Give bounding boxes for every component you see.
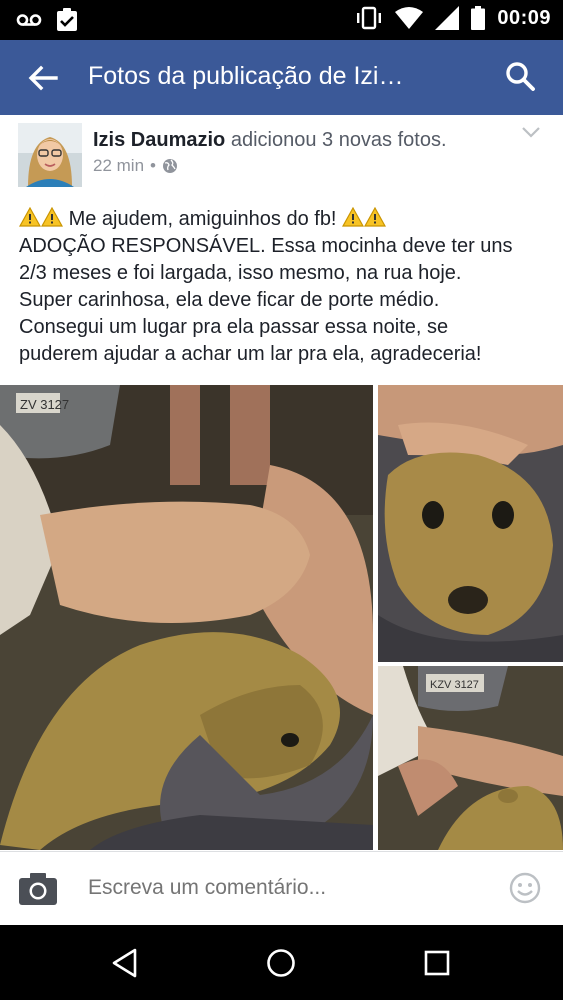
- post-text-line-1-text: Me ajudem, amiguinhos do fb!: [68, 208, 337, 230]
- post-text-line-6: puderem ajudar a achar um lar pra ela, a…: [19, 343, 482, 365]
- post-author-line: Izis Daumazio adicionou 3 novas fotos.: [93, 129, 447, 152]
- post-text-line-5: Consegui um lugar pra ela passar essa no…: [19, 316, 449, 338]
- post-text-line-2: ADOÇÃO RESPONSÁVEL. Essa mocinha deve te…: [19, 235, 513, 257]
- warning-icon: [19, 207, 41, 227]
- warning-icon: [364, 207, 387, 227]
- status-bar: 00:09: [0, 0, 563, 40]
- smiley-icon[interactable]: [509, 872, 541, 904]
- photo-grid: ZV 3127 KZV 3127: [0, 385, 563, 850]
- warning-icon: [342, 207, 365, 227]
- system-nav-bar: [0, 925, 563, 1000]
- vibrate-icon: [357, 6, 382, 30]
- globe-icon: [162, 159, 177, 173]
- post-header: Izis Daumazio adicionou 3 novas fotos. 2…: [0, 115, 563, 205]
- post-text-line-3: 2/3 meses e foi largada, isso mesmo, na …: [19, 262, 462, 284]
- photo-bottom-right[interactable]: KZV 3127: [378, 666, 563, 850]
- wifi-icon: [395, 7, 424, 29]
- warning-icon: [41, 207, 63, 227]
- post-action-text: adicionou 3 novas fotos.: [230, 129, 447, 151]
- search-icon[interactable]: [505, 61, 535, 91]
- post-text-line-4: Super carinhosa, ela deve ficar de porte…: [19, 289, 440, 311]
- post-text: Me ajudem, amiguinhos do fb! ADOÇÃO RESP…: [19, 206, 549, 368]
- clipboard-check-icon: [57, 8, 77, 31]
- avatar[interactable]: [18, 123, 82, 187]
- chevron-down-icon[interactable]: [521, 125, 541, 139]
- camera-icon[interactable]: [18, 872, 58, 906]
- comment-bar: [0, 851, 563, 925]
- home-circle-icon[interactable]: [265, 947, 297, 979]
- voicemail-icon: [16, 14, 42, 26]
- author-name[interactable]: Izis Daumazio: [93, 129, 225, 151]
- car-plate-text: KZV 3127: [430, 679, 479, 691]
- photo-top-right[interactable]: [378, 385, 563, 662]
- photo-main[interactable]: ZV 3127: [0, 385, 373, 850]
- signal-icon: [435, 6, 460, 30]
- page-title: Fotos da publicação de Izi…: [88, 62, 404, 90]
- battery-icon: [471, 6, 486, 30]
- app-bar: Fotos da publicação de Izi…: [0, 40, 563, 115]
- meta-separator: •: [150, 156, 156, 175]
- recents-square-icon[interactable]: [421, 947, 453, 979]
- comment-input[interactable]: [88, 876, 468, 900]
- back-arrow-icon[interactable]: [26, 61, 60, 95]
- post-text-line-1: Me ajudem, amiguinhos do fb!: [19, 206, 549, 233]
- post-time[interactable]: 22 min: [93, 156, 144, 176]
- status-time: 00:09: [497, 6, 551, 29]
- back-triangle-icon[interactable]: [109, 947, 141, 979]
- car-plate-text: ZV 3127: [20, 397, 69, 412]
- post-meta: 22 min •: [93, 156, 178, 176]
